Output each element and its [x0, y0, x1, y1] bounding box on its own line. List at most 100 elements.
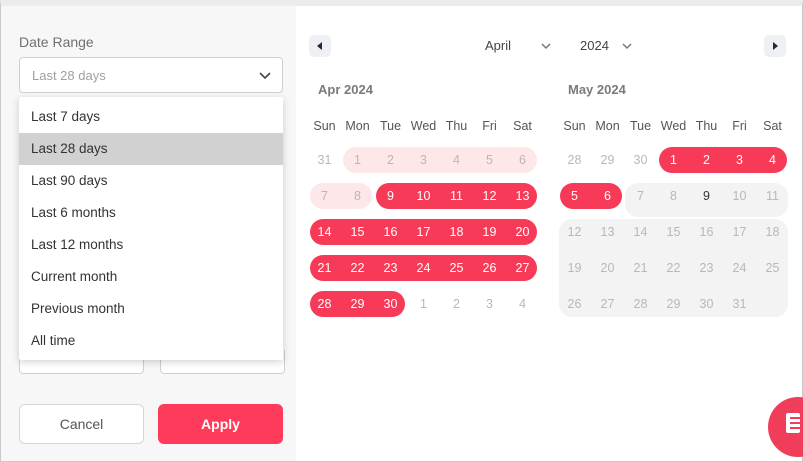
april-day-cell[interactable]: 29 — [341, 291, 374, 317]
may-weekday-tue: Tue — [629, 119, 652, 133]
apply-button[interactable]: Apply — [158, 404, 283, 444]
april-day-cell[interactable]: 30 — [374, 291, 407, 317]
may-day-cell: 30 — [699, 297, 714, 311]
may-day-cell: 29 — [600, 153, 615, 167]
may-day-cell: 20 — [600, 261, 615, 275]
april-day-cell: 31 — [317, 153, 332, 167]
april-weekday-mon: Mon — [345, 119, 370, 133]
caret-left-icon — [317, 42, 322, 50]
may-day-cell[interactable]: 2 — [690, 147, 723, 173]
may-day-cell[interactable]: 9 — [690, 183, 723, 209]
option-last-7-days[interactable]: Last 7 days — [19, 101, 283, 133]
may-weekday-sun: Sun — [563, 119, 586, 133]
april-weekday-thu: Thu — [445, 119, 468, 133]
april-day-cell[interactable]: 11 — [440, 183, 473, 209]
may-calendar-title: May 2024 — [568, 82, 626, 97]
april-weekday-fri: Fri — [482, 119, 497, 133]
caret-right-icon — [773, 42, 778, 50]
april-day-cell[interactable]: 25 — [440, 255, 473, 281]
may-day-cell: 13 — [600, 225, 615, 239]
may-day-cell: 26 — [567, 297, 582, 311]
may-day-cell: 21 — [633, 261, 648, 275]
prev-month-button[interactable] — [309, 35, 331, 57]
document-icon — [786, 413, 800, 433]
may-day-cell[interactable]: 3 — [723, 147, 756, 173]
april-day-cell[interactable]: 15 — [341, 219, 374, 245]
april-day-cell[interactable]: 8 — [341, 183, 374, 209]
april-day-cell[interactable]: 24 — [407, 255, 440, 281]
may-day-cell: 28 — [567, 153, 582, 167]
month-select[interactable]: April — [485, 38, 511, 53]
may-day-cell: 24 — [732, 261, 747, 275]
may-day-cell: 7 — [637, 189, 644, 203]
april-day-cell[interactable]: 17 — [407, 219, 440, 245]
april-day-cell[interactable]: 10 — [407, 183, 440, 209]
may-day-cell: 14 — [633, 225, 648, 239]
may-day-cell[interactable]: 1 — [657, 147, 690, 173]
may-day-cell[interactable]: 6 — [591, 183, 624, 209]
date-range-label: Date Range — [19, 34, 94, 50]
may-weekday-wed: Wed — [660, 119, 687, 133]
april-day-cell: 4 — [519, 297, 526, 311]
may-weekday-mon: Mon — [595, 119, 620, 133]
option-all-time[interactable]: All time — [19, 325, 283, 357]
option-current-month[interactable]: Current month — [19, 261, 283, 293]
april-day-cell[interactable]: 13 — [506, 183, 539, 209]
april-day-cell[interactable]: 14 — [308, 219, 341, 245]
may-day-cell[interactable]: 5 — [558, 183, 591, 209]
may-day-cell: 17 — [732, 225, 747, 239]
date-range-value: Last 28 days — [32, 68, 106, 83]
april-day-cell[interactable]: 7 — [308, 183, 341, 209]
may-day-cell: 29 — [666, 297, 681, 311]
date-range-dropdown: Last 7 days Last 28 days Last 90 days La… — [19, 97, 283, 360]
may-day-cell: 19 — [567, 261, 582, 275]
may-day-cell[interactable]: 4 — [756, 147, 789, 173]
april-day-cell[interactable]: 22 — [341, 255, 374, 281]
april-day-cell[interactable]: 28 — [308, 291, 341, 317]
option-last-6-months[interactable]: Last 6 months — [19, 197, 283, 229]
may-day-cell: 18 — [765, 225, 780, 239]
april-day-cell[interactable]: 3 — [407, 147, 440, 173]
april-day-cell: 1 — [420, 297, 427, 311]
year-chevron-icon — [622, 43, 632, 50]
option-previous-month[interactable]: Previous month — [19, 293, 283, 325]
next-month-button[interactable] — [764, 35, 786, 57]
april-day-cell[interactable]: 23 — [374, 255, 407, 281]
may-day-cell: 11 — [766, 189, 779, 203]
month-chevron-icon — [541, 43, 551, 50]
april-weekday-sat: Sat — [513, 119, 532, 133]
april-day-cell[interactable]: 6 — [506, 147, 539, 173]
april-day-cell[interactable]: 21 — [308, 255, 341, 281]
may-weekday-thu: Thu — [695, 119, 718, 133]
option-last-28-days[interactable]: Last 28 days — [19, 133, 283, 165]
april-day-cell[interactable]: 26 — [473, 255, 506, 281]
may-day-cell: 23 — [699, 261, 714, 275]
april-day-cell[interactable]: 5 — [473, 147, 506, 173]
april-day-cell[interactable]: 27 — [506, 255, 539, 281]
april-day-cell: 3 — [486, 297, 493, 311]
year-select[interactable]: 2024 — [580, 38, 609, 53]
april-day-cell[interactable]: 12 — [473, 183, 506, 209]
may-day-cell: 31 — [732, 297, 747, 311]
april-day-cell[interactable]: 18 — [440, 219, 473, 245]
option-last-90-days[interactable]: Last 90 days — [19, 165, 283, 197]
may-day-cell: 12 — [567, 225, 582, 239]
cancel-button[interactable]: Cancel — [19, 404, 144, 444]
april-day-cell[interactable]: 1 — [341, 147, 374, 173]
april-day-cell[interactable]: 9 — [374, 183, 407, 209]
option-last-12-months[interactable]: Last 12 months — [19, 229, 283, 261]
april-calendar-title: Apr 2024 — [318, 82, 373, 97]
april-day-cell[interactable]: 20 — [506, 219, 539, 245]
may-day-cell: 15 — [666, 225, 681, 239]
april-weekday-tue: Tue — [379, 119, 402, 133]
april-day-cell[interactable]: 16 — [374, 219, 407, 245]
may-day-cell: 22 — [666, 261, 681, 275]
april-day-cell: 2 — [453, 297, 460, 311]
april-day-cell[interactable]: 19 — [473, 219, 506, 245]
may-day-cell: 27 — [600, 297, 615, 311]
date-range-select[interactable]: Last 28 days — [19, 57, 283, 93]
april-day-cell[interactable]: 2 — [374, 147, 407, 173]
may-weekday-fri: Fri — [732, 119, 747, 133]
may-day-cell: 25 — [765, 261, 780, 275]
april-day-cell[interactable]: 4 — [440, 147, 473, 173]
